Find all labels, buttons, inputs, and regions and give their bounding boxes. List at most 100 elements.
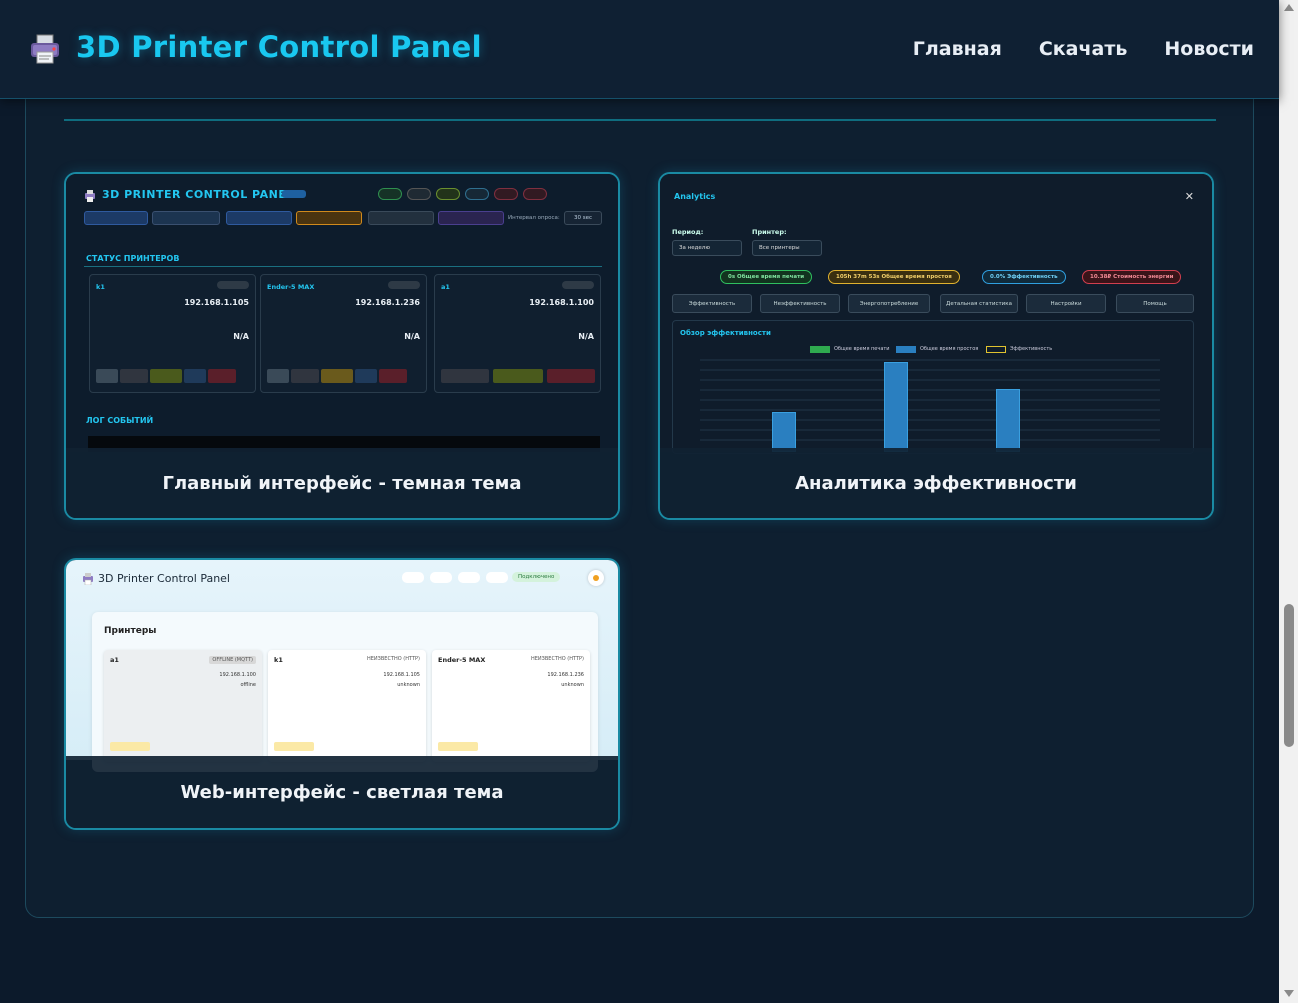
- screenshot-card-light[interactable]: 3D Printer Control Panel Подключено Прин…: [64, 558, 620, 830]
- section-status: СТАТУС ПРИНТЕРОВ: [86, 254, 180, 263]
- connection-status: Подключено: [512, 572, 561, 582]
- section-divider: [84, 266, 602, 267]
- legend-swatch: [896, 346, 916, 353]
- card-button: [120, 369, 148, 383]
- screenshot-card-analytics[interactable]: Analytics ✕ Период: За неделю Принтер: В…: [658, 172, 1214, 520]
- chip-print-time: 0s Общее время печати: [720, 270, 813, 284]
- printer-card: k1 192.168.1.105 N/A: [89, 274, 256, 393]
- screenshot-card-dark-main[interactable]: 3D PRINTER CONTROL PANEL Интервал опроса…: [64, 172, 620, 520]
- telegram-button: [226, 211, 292, 225]
- card-button: [493, 369, 543, 383]
- printer-ip: 192.168.1.105: [184, 298, 249, 307]
- counter-pill: [436, 188, 460, 200]
- section-divider: [64, 119, 1216, 121]
- poll-interval-select: 30 sec: [564, 211, 602, 225]
- printer-icon: [83, 573, 93, 585]
- chart-bar: [884, 362, 908, 452]
- printer-ip: 192.168.1.236: [355, 298, 420, 307]
- card-button: [150, 369, 182, 383]
- printer-name: Ender-5 MAX: [267, 283, 315, 291]
- printer-card: Ender-5 MAX НЕИЗВЕСТНО (HTTP) 192.168.1.…: [432, 650, 590, 762]
- legend-idle-time: Общее время простоя: [920, 346, 979, 352]
- counter-pill: [402, 572, 424, 583]
- card-button: [184, 369, 206, 383]
- counter-pill: [494, 188, 518, 200]
- legend-swatch: [810, 346, 830, 353]
- printer-state: unknown: [561, 682, 584, 688]
- printer-ip: 192.168.1.100: [529, 298, 594, 307]
- status-badge: [388, 281, 420, 289]
- counter-pill: [486, 572, 508, 583]
- state-badge: НЕИЗВЕСТНО (HTTP): [367, 656, 420, 662]
- card-button: [379, 369, 407, 383]
- card-button: [208, 369, 236, 383]
- printer-name: a1: [441, 283, 450, 291]
- card-caption: Главный интерфейс - темная тема: [66, 448, 618, 518]
- legend-print-time: Общее время печати: [834, 346, 890, 352]
- site-title: 3D Printer Control Panel: [76, 30, 482, 64]
- card-button: [96, 369, 118, 383]
- printer-state: unknown: [397, 682, 420, 688]
- chart-bar: [996, 389, 1020, 452]
- scroll-down-arrow-icon[interactable]: [1284, 990, 1294, 997]
- analytics-title: Analytics: [674, 192, 716, 201]
- printer-icon: [85, 190, 95, 202]
- printer-label: Принтер:: [752, 228, 787, 236]
- period-label: Период:: [672, 228, 704, 236]
- screenshot-preview-light: 3D Printer Control Panel Подключено Прин…: [66, 560, 618, 772]
- chip-idle-time: 105h 37m 53s Общее время простоя: [828, 270, 960, 284]
- manage-printers-button: [84, 211, 148, 225]
- sun-icon: [593, 575, 599, 581]
- status-badge: [217, 281, 249, 289]
- printer-name: a1: [110, 656, 119, 664]
- nav-download[interactable]: Скачать: [1039, 38, 1128, 60]
- tab-help: Помощь: [1116, 294, 1194, 313]
- chart-title: Обзор эффективности: [680, 329, 771, 337]
- check-button: [274, 742, 314, 751]
- card-button: [291, 369, 319, 383]
- state-badge: OFFLINE (MQTT): [209, 656, 256, 664]
- printer-state: offline: [240, 682, 256, 688]
- close-icon: ✕: [1184, 190, 1194, 203]
- main-nav: Главная Скачать Новости: [913, 38, 1254, 60]
- version-badge: [282, 190, 306, 198]
- nav-news[interactable]: Новости: [1164, 38, 1254, 60]
- nav-home[interactable]: Главная: [913, 38, 1002, 60]
- counter-pill: [407, 188, 431, 200]
- page-scrollbar[interactable]: [1279, 0, 1298, 1003]
- section-log: ЛОГ СОБЫТИЙ: [86, 416, 154, 425]
- card-button: [355, 369, 377, 383]
- printer-card: a1 OFFLINE (MQTT) 192.168.1.100 offline: [104, 650, 262, 762]
- tab-energy: Энергопотребление: [848, 294, 930, 313]
- printer-icon: [31, 34, 59, 64]
- printer-ip: 192.168.1.236: [547, 672, 584, 678]
- tab-inefficiency: Неэффективность: [760, 294, 840, 313]
- card-button: [321, 369, 353, 383]
- printer-select: Все принтеры: [752, 240, 822, 256]
- printer-card: k1 НЕИЗВЕСТНО (HTTP) 192.168.1.105 unkno…: [268, 650, 426, 762]
- chart-bar: [772, 412, 796, 452]
- tab-detailed: Детальная статистика: [940, 294, 1018, 313]
- tab-efficiency: Эффективность: [672, 294, 752, 313]
- scrollbar-thumb[interactable]: [1284, 604, 1294, 747]
- check-button: [110, 742, 150, 751]
- site-header: 3D Printer Control Panel Главная Скачать…: [0, 0, 1279, 99]
- chip-efficiency: 0.0% Эффективность: [982, 270, 1066, 284]
- poll-interval-label: Интервал опроса:: [508, 215, 560, 221]
- scroll-up-arrow-icon[interactable]: [1284, 4, 1294, 11]
- counter-pill: [458, 572, 480, 583]
- analytics-button: [368, 211, 434, 225]
- counter-pill: [465, 188, 489, 200]
- printer-ip: 192.168.1.105: [383, 672, 420, 678]
- state-badge: НЕИЗВЕСТНО (HTTP): [531, 656, 584, 662]
- check-all-button: [152, 211, 220, 225]
- screenshot-preview-dark: 3D PRINTER CONTROL PANEL Интервал опроса…: [66, 174, 618, 452]
- card-caption: Аналитика эффективности: [660, 448, 1212, 518]
- card-button: [547, 369, 595, 383]
- printer-progress: N/A: [233, 332, 249, 341]
- web-server-button: [438, 211, 504, 225]
- check-button: [438, 742, 478, 751]
- legend-efficiency: Эффективность: [1010, 346, 1053, 352]
- printer-name: Ender-5 MAX: [438, 656, 486, 664]
- counter-pill: [378, 188, 402, 200]
